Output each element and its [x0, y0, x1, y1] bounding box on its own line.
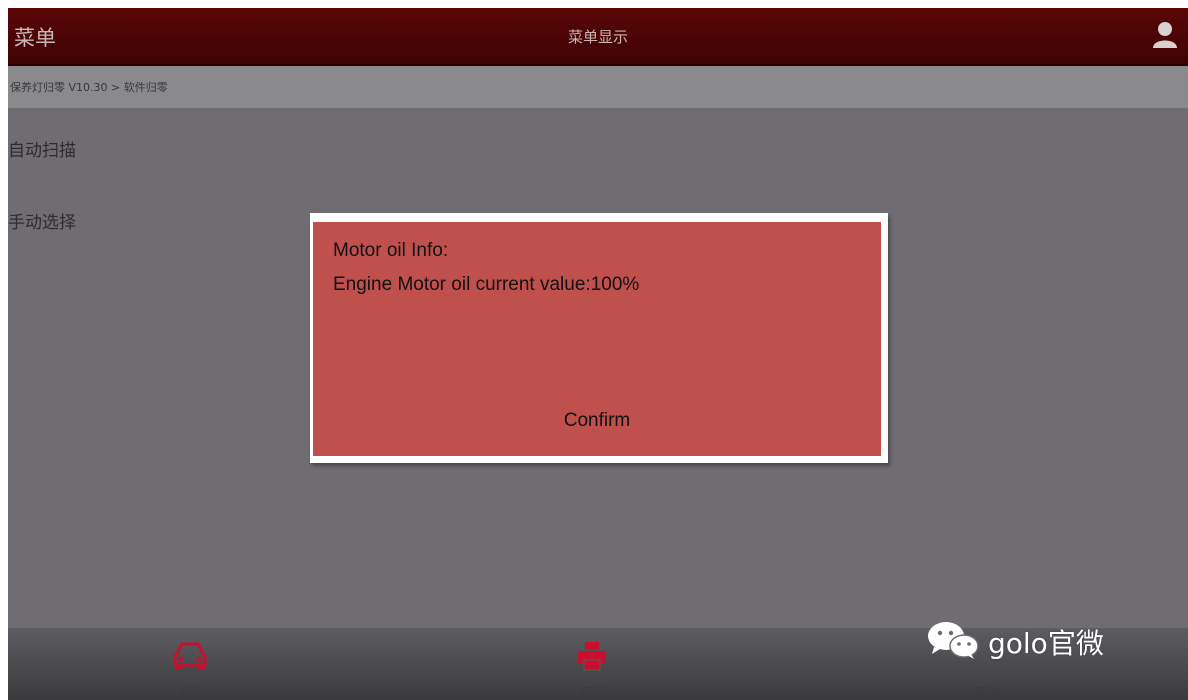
- nav-print-button[interactable]: 打印: [533, 628, 653, 700]
- nav-home-button[interactable]: 首页: [131, 628, 251, 700]
- list-item-auto-scan[interactable]: 自动扫描: [8, 136, 76, 161]
- nav-home-label: 首页: [177, 686, 204, 700]
- car-icon: [173, 642, 207, 670]
- watermark-text: golo官微: [988, 627, 1104, 660]
- top-bar: 菜单 菜单显示: [8, 8, 1188, 66]
- dialog-title: Motor oil Info:: [333, 240, 449, 261]
- watermark: golo官微: [924, 620, 1104, 660]
- motor-oil-dialog: Motor oil Info: Engine Motor oil current…: [313, 222, 881, 456]
- dialog-message: Engine Motor oil current value:100%: [333, 274, 640, 295]
- page-title: 菜单显示: [567, 28, 628, 46]
- breadcrumb-bar: 保养灯归零 V10.30 > 软件归零: [8, 66, 1188, 108]
- wechat-icon: [928, 622, 979, 659]
- user-icon[interactable]: [1152, 20, 1178, 48]
- nav-print-label: 打印: [579, 686, 606, 700]
- breadcrumb: 保养灯归零 V10.30 > 软件归零: [10, 81, 168, 94]
- list-item-manual-select[interactable]: 手动选择: [8, 208, 76, 233]
- printer-icon: [578, 642, 606, 671]
- nav-help-label: 帮助: [974, 686, 1001, 700]
- confirm-button[interactable]: Confirm: [313, 410, 881, 432]
